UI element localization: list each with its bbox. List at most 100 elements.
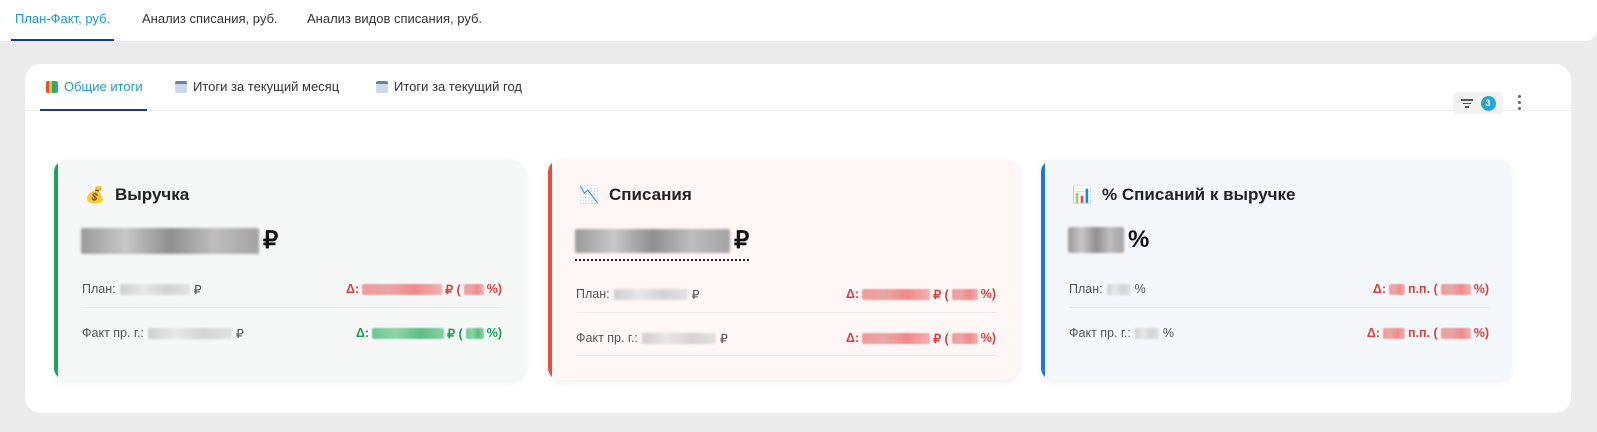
value-unit: % [1128,226,1150,253]
redacted-value [1068,227,1124,253]
delta-label: Δ: [345,282,360,296]
redacted-value [575,228,730,253]
tab-current-month-label: Итоги за текущий месяц [193,79,340,94]
plan-delta: Δ: п.п. ( %) [1373,282,1489,296]
report-tabs-bar: План-Факт, руб. Анализ списания, руб. Ан… [0,0,1597,41]
tab-writeoff-types-analysis[interactable]: Анализ видов списания, руб. [307,0,482,41]
tab-current-month-totals[interactable]: Итоги за текущий месяц [175,64,339,110]
tab-writeoff-analysis[interactable]: Анализ списания, руб. [142,0,278,41]
delta-unit: п.п. ( [1408,326,1438,340]
redacted-delta [862,332,931,344]
delta-unit: ₽ ( [933,331,949,346]
plan-unit: % [1134,282,1146,296]
card-title-text: Выручка [115,185,190,204]
card-accent [54,160,58,380]
filter-button[interactable]: 3 [1453,92,1503,114]
delta-suffix: %) [1473,326,1489,340]
delta-unit: ₽ ( [933,287,949,302]
plan-delta: Δ: ₽ ( %) [346,282,502,297]
redacted-delta-pct [1440,327,1471,339]
delta-suffix: %) [980,287,996,301]
redacted-delta-pct [465,327,484,339]
redacted-delta-pct [951,288,978,300]
card-title: 📉 Списания [579,185,692,205]
prev-year-delta: Δ: ₽ ( %) [846,331,996,346]
plan-delta: Δ: ₽ ( %) [846,287,996,302]
prev-year-delta: Δ: п.п. ( %) [1367,326,1489,340]
plan-label: План: [82,282,116,296]
plan-label: План: [576,287,610,301]
money-bag-icon: 💰 [85,187,105,204]
delta-label: Δ: [355,326,370,340]
prev-year-delta: Δ: ₽ ( %) [356,326,502,341]
plan-unit: ₽ [691,287,700,302]
plan-unit: ₽ [193,282,202,297]
delta-unit: ₽ ( [447,326,463,341]
redacted-delta-pct [951,332,978,344]
card-value: % [1068,226,1149,254]
redacted-delta [862,288,931,300]
card-accent [548,160,552,380]
redacted-value [81,227,259,254]
tab-current-year-totals[interactable]: Итоги за текущий год [376,64,522,110]
plan-row: План: ₽ Δ: ₽ ( %) [576,283,996,305]
card-title-text: Списания [609,185,692,204]
tab-general-totals-label: Общие итоги [64,79,143,94]
prev-year-label: Факт пр. г.: [1069,326,1131,340]
redacted-delta [1389,283,1406,295]
plan-row: План: % Δ: п.п. ( %) [1069,278,1489,300]
plan-row: План: ₽ Δ: ₽ ( %) [82,278,502,300]
delta-suffix: %) [1473,282,1489,296]
redacted-delta-pct [463,283,484,295]
delta-suffix: %) [486,282,502,296]
redacted-delta-pct [1440,283,1471,295]
tab-plan-fact[interactable]: План-Факт, руб. [10,0,115,41]
calendar-icon [376,81,388,93]
delta-unit: п.п. ( [1408,282,1438,296]
redacted-delta [362,283,443,295]
card-value: ₽ [81,226,278,255]
bar-chart-icon [46,81,58,93]
bar-chart-icon: 📊 [1072,187,1092,204]
value-unit: ₽ [734,227,750,254]
redacted-delta [372,327,445,339]
prev-year-row: Факт пр. г.: ₽ Δ: ₽ ( %) [576,327,996,349]
tab-current-year-label: Итоги за текущий год [394,79,522,94]
delta-label: Δ: [845,331,860,345]
delta-label: Δ: [1366,326,1381,340]
delta-unit: ₽ ( [445,282,461,297]
more-options-icon[interactable] [1518,95,1522,111]
summary-tabs-bar: Общие итоги Итоги за текущий месяц Итоги… [25,64,1571,111]
card-title: 💰 Выручка [85,185,189,205]
filter-icon [1460,98,1473,108]
redacted-delta [1383,327,1406,339]
redacted-plan [1106,283,1131,295]
prev-unit: % [1162,326,1175,340]
delta-suffix: %) [980,331,996,345]
card-accent [1041,160,1045,380]
card-title: 📊 % Списаний к выручке [1072,185,1296,205]
writeoffs-card: 📉 Списания ₽ План: ₽ Δ: ₽ ( %) Факт пр. … [548,160,1018,380]
revenue-card: 💰 Выручка ₽ План: ₽ Δ: ₽ ( %) Факт пр. г… [54,160,524,380]
calendar-icon [175,81,187,93]
card-value[interactable]: ₽ [575,226,750,261]
redacted-plan [119,283,190,295]
delta-label: Δ: [1372,282,1387,296]
prev-year-label: Факт пр. г.: [576,331,638,345]
writeoff-ratio-card: 📊 % Списаний к выручке % План: % Δ: п.п.… [1041,160,1511,380]
prev-year-label: Факт пр. г.: [82,326,144,340]
chart-decreasing-icon: 📉 [579,187,599,204]
summary-panel: Общие итоги Итоги за текущий месяц Итоги… [25,64,1571,413]
tab-general-totals[interactable]: Общие итоги [40,64,147,111]
plan-label: План: [1069,282,1103,296]
prev-year-row: Факт пр. г.: % Δ: п.п. ( %) [1069,322,1489,344]
value-unit: ₽ [263,227,279,254]
prev-unit: ₽ [235,326,244,341]
delta-suffix: %) [486,326,502,340]
redacted-prev [1134,327,1159,339]
delta-label: Δ: [845,287,860,301]
prev-unit: ₽ [719,331,728,346]
card-title-text: % Списаний к выручке [1102,185,1296,204]
prev-year-row: Факт пр. г.: ₽ Δ: ₽ ( %) [82,322,502,344]
filter-count-badge: 3 [1480,95,1496,111]
